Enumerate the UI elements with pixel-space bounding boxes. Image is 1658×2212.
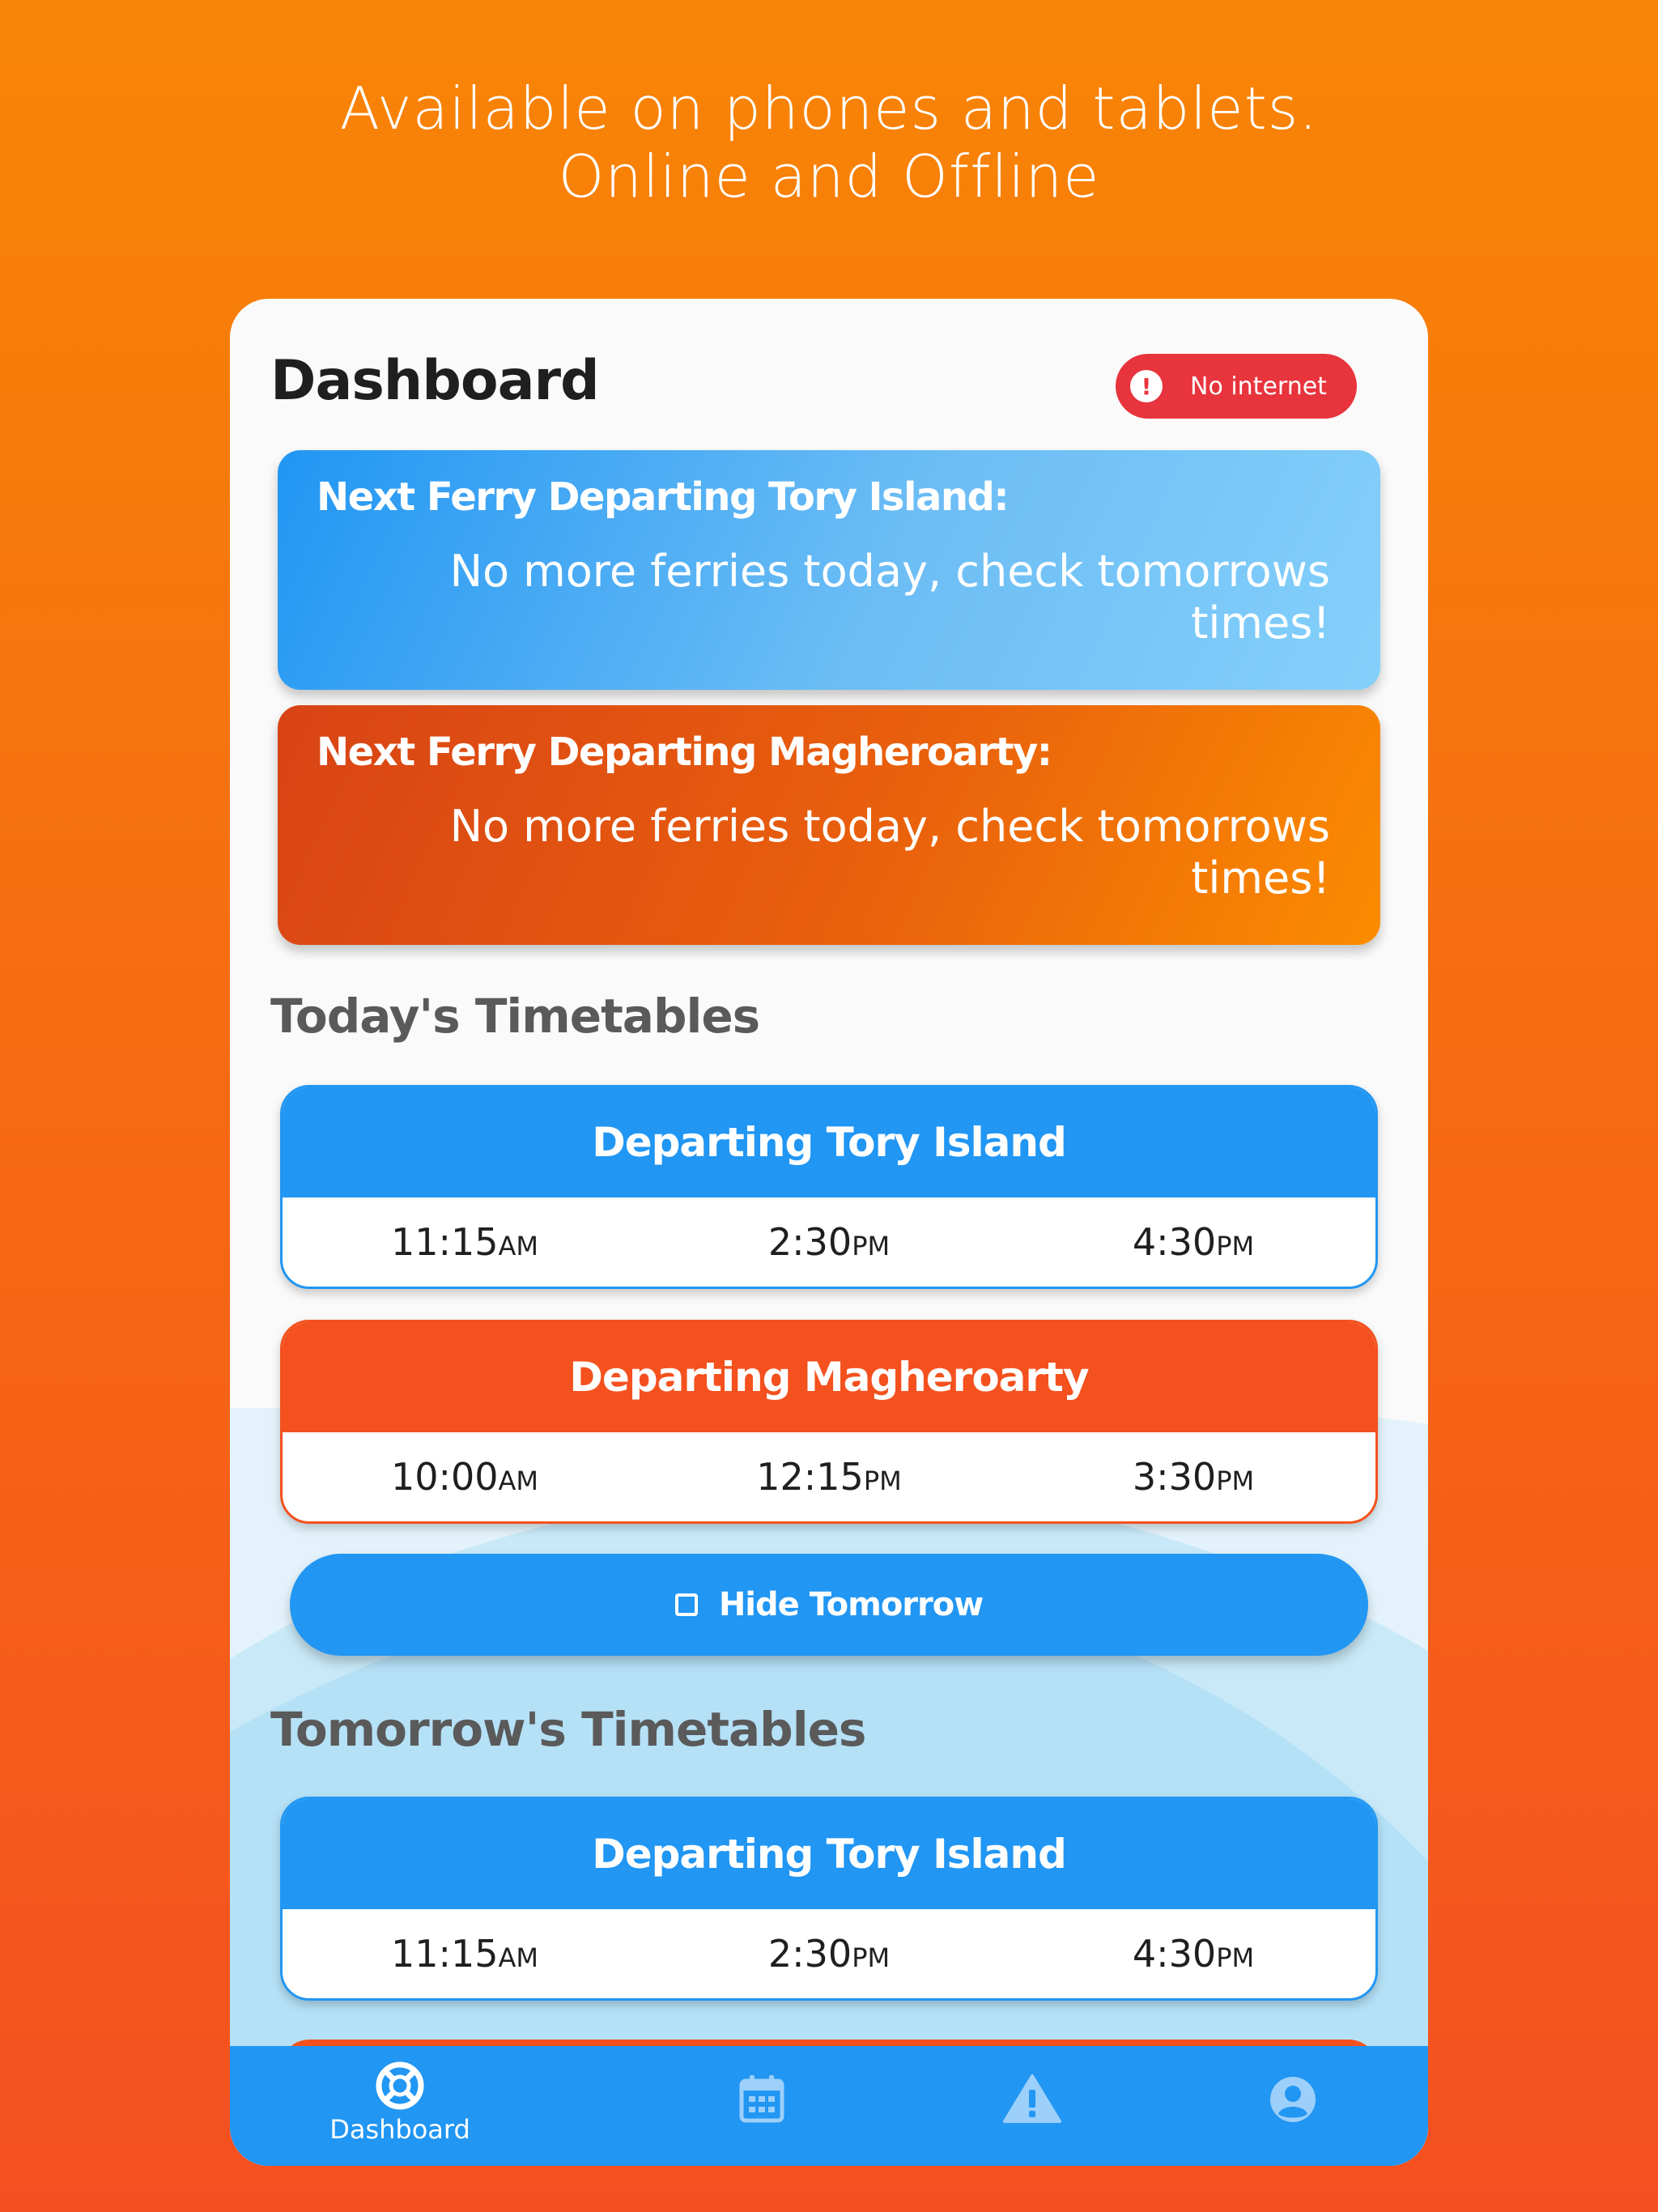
next-ferry-card-magheroarty: Next Ferry Departing Magheroarty: No mor… — [278, 705, 1380, 945]
departure-time: 4:30PM — [1132, 1220, 1255, 1264]
app-screen: Dashboard ! No internet Next Ferry Depar… — [230, 299, 1428, 2166]
calendar-icon — [674, 1593, 698, 1616]
nav-item-account[interactable] — [1269, 2075, 1317, 2124]
section-title-today: Today's Timetables — [270, 989, 760, 1044]
promo-headline-line2: Online and Offline — [558, 143, 1100, 211]
warning-triangle-icon — [1003, 2074, 1061, 2123]
departure-time: 3:30PM — [1132, 1455, 1255, 1499]
page-title: Dashboard — [270, 349, 600, 413]
next-ferry-message: No more ferries today, check tomorrows t… — [449, 801, 1330, 904]
departure-time: 4:30PM — [1132, 1932, 1255, 1976]
departure-time: 11:15AM — [390, 1220, 539, 1264]
lifebuoy-icon — [376, 2061, 424, 2110]
hide-tomorrow-label: Hide Tomorrow — [718, 1586, 984, 1623]
timetable-card-tomorrow-tory[interactable]: Departing Tory Island 11:15AM 2:30PM 4:3… — [280, 1797, 1378, 2001]
next-ferry-label: Next Ferry Departing Magheroarty: — [317, 730, 1052, 775]
departure-time: 12:15PM — [756, 1455, 902, 1499]
timetable-heading: Departing Tory Island — [283, 1087, 1375, 1197]
next-ferry-label: Next Ferry Departing Tory Island: — [317, 474, 1010, 520]
timetable-card-today-tory[interactable]: Departing Tory Island 11:15AM 2:30PM 4:3… — [280, 1085, 1378, 1289]
timetable-card-today-magheroarty[interactable]: Departing Magheroarty 10:00AM 12:15PM 3:… — [280, 1320, 1378, 1524]
departure-time: 10:00AM — [390, 1455, 539, 1499]
nav-item-alerts[interactable] — [1003, 2074, 1061, 2124]
promo-headline: Available on phones and tablets. Online … — [0, 74, 1658, 211]
nav-item-timetables[interactable] — [738, 2074, 785, 2124]
timetable-times: 11:15AM 2:30PM 4:30PM — [283, 1909, 1375, 1998]
timetable-times: 10:00AM 12:15PM 3:30PM — [283, 1432, 1375, 1521]
next-ferry-message: No more ferries today, check tomorrows t… — [449, 546, 1330, 649]
nav-label-dashboard: Dashboard — [329, 2114, 470, 2145]
timetable-times: 11:15AM 2:30PM 4:30PM — [283, 1197, 1375, 1287]
promo-headline-line1: Available on phones and tablets. — [339, 74, 1319, 143]
section-title-tomorrow: Tomorrow's Timetables — [270, 1702, 866, 1757]
hide-tomorrow-button[interactable]: Hide Tomorrow — [290, 1554, 1368, 1656]
departure-time: 2:30PM — [767, 1220, 891, 1264]
account-circle-icon — [1270, 2077, 1316, 2122]
next-ferry-card-tory: Next Ferry Departing Tory Island: No mor… — [278, 450, 1380, 690]
exclamation-circle-icon: ! — [1130, 370, 1163, 402]
no-internet-label: No internet — [1190, 372, 1327, 401]
calendar-grid-icon — [739, 2075, 784, 2123]
departure-time: 2:30PM — [767, 1932, 891, 1976]
departure-time: 11:15AM — [390, 1932, 539, 1976]
nav-item-dashboard[interactable]: Dashboard — [329, 2061, 470, 2145]
bottom-navigation: Dashboard — [230, 2046, 1428, 2166]
timetable-heading: Departing Magheroarty — [283, 1322, 1375, 1432]
timetable-heading: Departing Tory Island — [283, 1799, 1375, 1909]
no-internet-badge: ! No internet — [1116, 354, 1357, 419]
